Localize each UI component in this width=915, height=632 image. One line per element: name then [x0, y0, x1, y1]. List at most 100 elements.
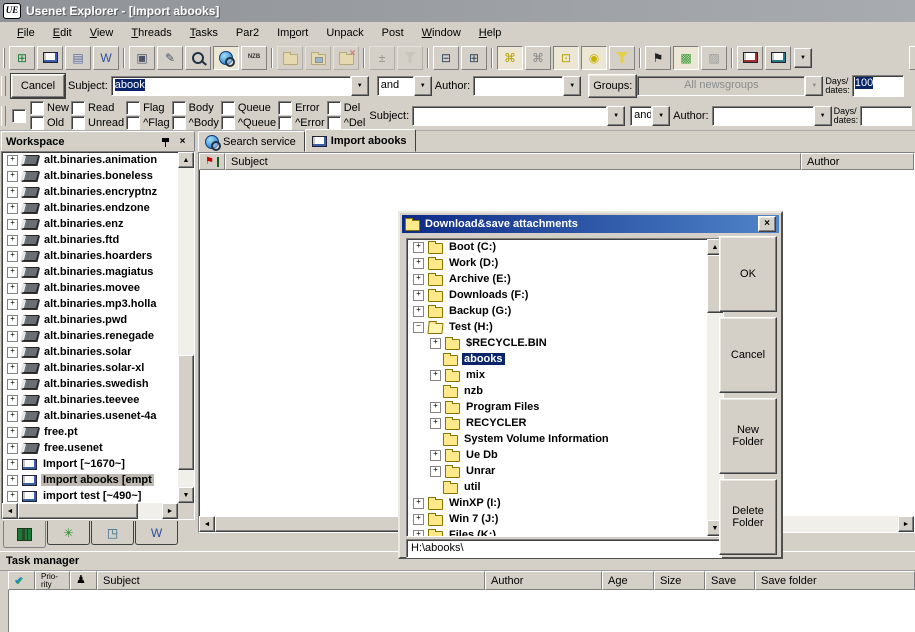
- menu-tasks[interactable]: Tasks: [181, 25, 227, 41]
- checkbox-not-body[interactable]: [172, 116, 186, 130]
- chevron-down-icon[interactable]: ▼: [563, 76, 581, 96]
- cancel-button[interactable]: Cancel: [11, 74, 65, 98]
- folder-tree-item[interactable]: +Work (D:): [407, 255, 723, 271]
- workspace-tree-item[interactable]: +free.usenet: [2, 440, 194, 456]
- workspace-tree-item[interactable]: +alt.binaries.pwd: [2, 312, 194, 328]
- folder-tree-item[interactable]: +Downloads (F:): [407, 287, 723, 303]
- menu-window[interactable]: Window: [413, 25, 470, 41]
- days-field[interactable]: 100: [852, 75, 904, 97]
- folder-tree-item[interactable]: +mix: [407, 367, 723, 383]
- expander-icon[interactable]: +: [413, 258, 424, 269]
- folder-tree-item[interactable]: +WinXP (I:): [407, 495, 723, 511]
- vertical-scrollbar[interactable]: ▲ ▼: [178, 152, 194, 503]
- save-folder-button[interactable]: [305, 46, 331, 70]
- scroll-left-icon[interactable]: ◄: [2, 503, 18, 519]
- scroll-left-icon[interactable]: ◄: [199, 516, 215, 532]
- workspace-tree-item[interactable]: +alt.binaries.magiatus: [2, 264, 194, 280]
- workspace-tree-item[interactable]: +free.pt: [2, 424, 194, 440]
- folder-tree-item[interactable]: +Ue Db: [407, 447, 723, 463]
- newsgroups-tab[interactable]: [3, 521, 46, 548]
- menu-par2[interactable]: Par2: [227, 25, 268, 41]
- horizontal-scrollbar[interactable]: ◄ ►: [2, 503, 178, 519]
- workspace-tree-item[interactable]: +alt.binaries.endzone: [2, 200, 194, 216]
- expander-icon[interactable]: +: [7, 347, 18, 358]
- tab-search-service[interactable]: Search service: [198, 131, 305, 152]
- expander-icon[interactable]: +: [7, 171, 18, 182]
- edit-article-button[interactable]: ✎: [157, 46, 183, 70]
- expander-icon[interactable]: +: [7, 203, 18, 214]
- expander-icon[interactable]: +: [7, 299, 18, 310]
- expander-icon[interactable]: +: [7, 395, 18, 406]
- expander-icon[interactable]: +: [7, 491, 18, 502]
- checkbox-unread[interactable]: [71, 116, 85, 130]
- age-column-header[interactable]: Age: [602, 571, 654, 590]
- menu-file[interactable]: File: [8, 25, 44, 41]
- scrollbar-thumb[interactable]: [18, 503, 138, 519]
- scrollbar-thumb[interactable]: [178, 355, 194, 470]
- checkbox-not-del[interactable]: [327, 116, 341, 130]
- author-combo-2[interactable]: ▼: [712, 106, 832, 126]
- check-column-header[interactable]: ✔: [8, 571, 35, 590]
- local-folders-button[interactable]: ▤: [65, 46, 91, 70]
- workspace-tree-item[interactable]: +Import abooks [empt: [2, 472, 194, 488]
- workspace-tree-item[interactable]: +import test [~490~]: [2, 488, 194, 504]
- checkbox-queue[interactable]: [221, 101, 235, 115]
- workspace-tree-item[interactable]: +alt.binaries.animation: [2, 152, 194, 168]
- expander-icon[interactable]: +: [7, 379, 18, 390]
- save-column-header[interactable]: Save: [705, 571, 755, 590]
- stack-toggle-button[interactable]: ⊡: [553, 46, 579, 70]
- open-folder-button[interactable]: [277, 46, 303, 70]
- size-column-header[interactable]: Size: [654, 571, 705, 590]
- expand-threads-button[interactable]: ⊞: [461, 46, 487, 70]
- folder-tree-item[interactable]: util: [407, 479, 723, 495]
- folder-tree-item[interactable]: +Program Files: [407, 399, 723, 415]
- search-articles-button[interactable]: [185, 46, 211, 70]
- workspace-tree-item[interactable]: +alt.binaries.encryptnz: [2, 184, 194, 200]
- checkbox-new[interactable]: [30, 101, 44, 115]
- folder-tree-item[interactable]: +RECYCLER: [407, 415, 723, 431]
- expander-icon[interactable]: +: [430, 370, 441, 381]
- expander-icon[interactable]: +: [7, 459, 18, 470]
- expander-icon[interactable]: +: [413, 242, 424, 253]
- folder-tree-item[interactable]: +Boot (C:): [407, 239, 723, 255]
- folder-tree-item[interactable]: +Win 7 (J:): [407, 511, 723, 527]
- subject-combo-2[interactable]: ▼: [412, 106, 625, 126]
- scroll-up-icon[interactable]: ▲: [178, 152, 194, 168]
- toolbar-grip[interactable]: [3, 48, 5, 68]
- folder-tree-item[interactable]: abooks: [407, 351, 723, 367]
- chevron-down-icon[interactable]: ▼: [414, 76, 432, 96]
- state-column-header[interactable]: ♟: [70, 571, 97, 590]
- expander-icon[interactable]: +: [7, 475, 18, 486]
- cancel-button[interactable]: Cancel: [719, 317, 777, 393]
- highlight-toggle-button[interactable]: ◉: [581, 46, 607, 70]
- checkbox-not-queue[interactable]: [221, 116, 235, 130]
- chevron-down-icon[interactable]: ▼: [351, 76, 369, 96]
- folder-tree-item[interactable]: +Unrar: [407, 463, 723, 479]
- save-path-field[interactable]: H:\abooks\: [406, 539, 722, 558]
- checkbox-flag[interactable]: [126, 101, 140, 115]
- red-book-button[interactable]: [737, 46, 763, 70]
- expander-icon[interactable]: +: [7, 315, 18, 326]
- expander-icon[interactable]: −: [413, 322, 424, 333]
- subject-column-header[interactable]: Subject: [97, 571, 485, 590]
- menu-unpack[interactable]: Unpack: [317, 25, 372, 41]
- menu-post[interactable]: Post: [373, 25, 413, 41]
- expander-icon[interactable]: +: [413, 530, 424, 538]
- expander-icon[interactable]: +: [7, 235, 18, 246]
- author-combo[interactable]: ▼: [473, 76, 581, 96]
- subject-column-header[interactable]: Subject: [225, 153, 801, 170]
- expander-icon[interactable]: +: [413, 498, 424, 509]
- expander-icon[interactable]: +: [7, 155, 18, 166]
- tasks-tab[interactable]: ◳: [91, 521, 134, 545]
- folder-tree-item[interactable]: +Backup (G:): [407, 303, 723, 319]
- expander-icon[interactable]: +: [430, 418, 441, 429]
- close-icon[interactable]: ×: [175, 135, 190, 148]
- web-tab[interactable]: W: [135, 521, 178, 545]
- edit-filter-button[interactable]: ✎: [909, 46, 915, 70]
- checkbox-error[interactable]: [278, 101, 292, 115]
- checkbox-del[interactable]: [327, 101, 341, 115]
- menu-import[interactable]: Import: [268, 25, 317, 41]
- folder-tree-item[interactable]: −Test (H:): [407, 319, 723, 335]
- workspace-tree-item[interactable]: +alt.binaries.boneless: [2, 168, 194, 184]
- workspace-tree-item[interactable]: +Import [~1670~]: [2, 456, 194, 472]
